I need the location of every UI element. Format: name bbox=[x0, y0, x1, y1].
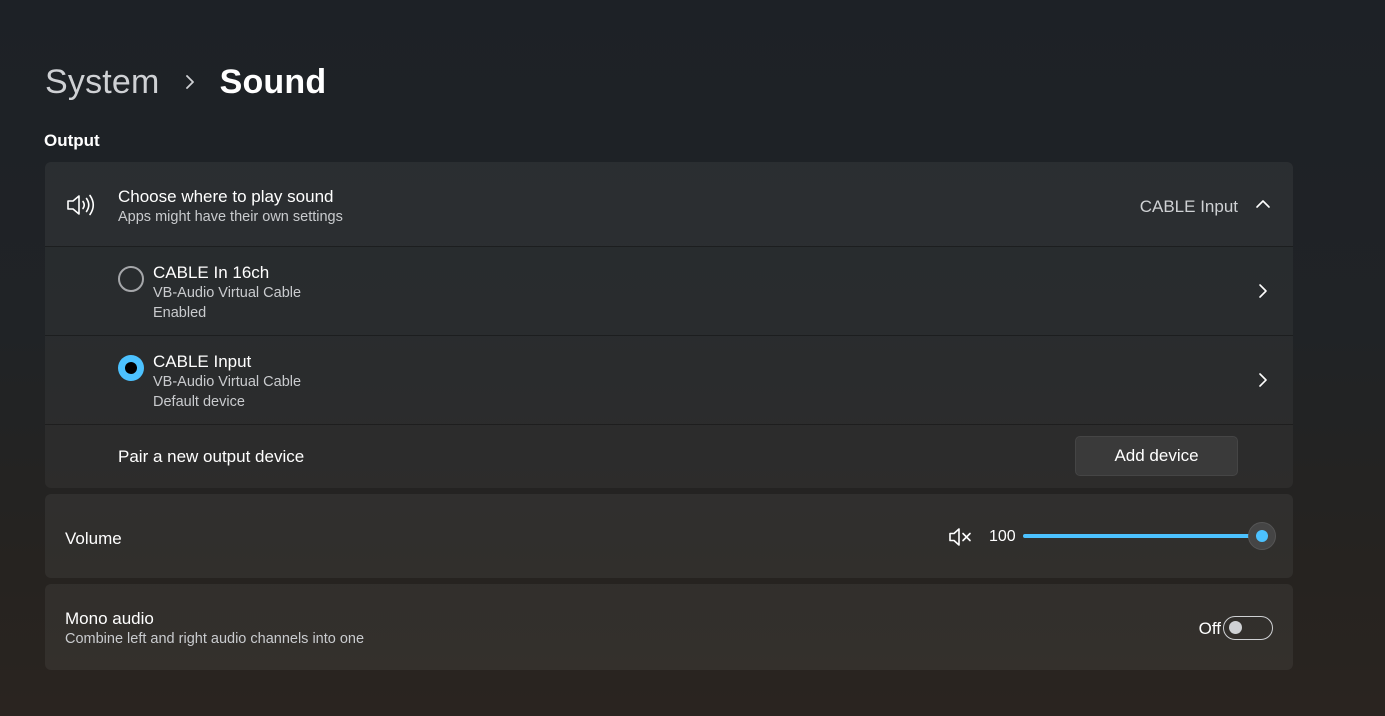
chevron-right-icon[interactable] bbox=[1255, 372, 1271, 388]
breadcrumb-system[interactable]: System bbox=[45, 63, 160, 102]
volume-label: Volume bbox=[65, 529, 122, 548]
radio-cable-input[interactable] bbox=[118, 355, 144, 381]
device-driver: VB-Audio Virtual Cable bbox=[153, 285, 302, 301]
output-card: Choose where to play sound Apps might ha… bbox=[45, 162, 1293, 488]
radio-cable-in-16ch[interactable] bbox=[118, 266, 144, 292]
device-name: CABLE In 16ch bbox=[153, 263, 270, 282]
add-device-button[interactable]: Add device bbox=[1075, 436, 1238, 476]
volume-slider-track[interactable] bbox=[1023, 534, 1263, 538]
device-status: Enabled bbox=[153, 305, 207, 321]
volume-slider-thumb[interactable] bbox=[1248, 522, 1276, 550]
chevron-up-icon[interactable] bbox=[1255, 196, 1271, 212]
page-title: Sound bbox=[219, 62, 327, 101]
device-name: CABLE Input bbox=[153, 352, 252, 371]
choose-output-header[interactable]: Choose where to play sound Apps might ha… bbox=[45, 162, 1293, 246]
output-device-cable-input[interactable]: CABLE Input VB-Audio Virtual Cable Defau… bbox=[45, 336, 1293, 424]
mono-audio-card: Mono audio Combine left and right audio … bbox=[45, 584, 1293, 670]
mono-audio-toggle[interactable] bbox=[1223, 616, 1273, 640]
volume-value: 100 bbox=[989, 528, 1016, 545]
toggle-knob bbox=[1229, 621, 1242, 634]
breadcrumb: System Sound bbox=[45, 58, 326, 106]
mono-audio-state: Off bbox=[1198, 619, 1221, 638]
volume-card: Volume 100 bbox=[45, 494, 1293, 578]
chevron-right-icon[interactable] bbox=[1255, 283, 1271, 299]
mono-audio-title: Mono audio bbox=[65, 609, 154, 628]
selected-output-value: CABLE Input bbox=[1139, 197, 1238, 216]
speaker-muted-icon[interactable] bbox=[948, 527, 974, 547]
choose-output-title: Choose where to play sound bbox=[118, 187, 334, 206]
device-driver: VB-Audio Virtual Cable bbox=[153, 374, 302, 390]
pair-device-label: Pair a new output device bbox=[118, 447, 305, 466]
mono-audio-subtitle: Combine left and right audio channels in… bbox=[65, 631, 365, 647]
output-device-cable-in-16ch[interactable]: CABLE In 16ch VB-Audio Virtual Cable Ena… bbox=[45, 247, 1293, 335]
breadcrumb-chevron-icon bbox=[178, 58, 204, 106]
pair-output-device-row: Pair a new output device Add device bbox=[45, 425, 1293, 488]
choose-output-subtitle: Apps might have their own settings bbox=[118, 209, 343, 225]
device-status: Default device bbox=[153, 394, 245, 410]
section-title-output: Output bbox=[44, 131, 100, 150]
speaker-icon bbox=[66, 193, 96, 217]
